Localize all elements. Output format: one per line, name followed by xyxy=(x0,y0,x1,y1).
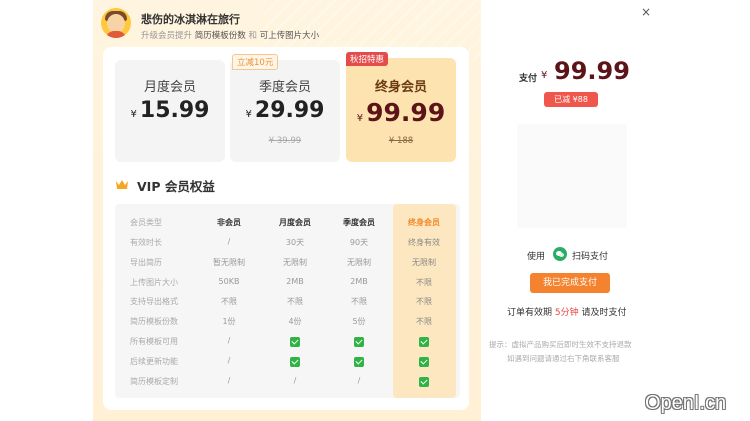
table-header: 会员类型 xyxy=(130,218,162,227)
plan-price: ¥15.99 xyxy=(130,98,210,123)
table-header: 季度会员 xyxy=(343,218,375,227)
username: 悲伤的冰淇淋在旅行 xyxy=(141,13,240,26)
table-cell: / xyxy=(293,375,297,385)
table-row-label: 简历模板份数 xyxy=(130,317,178,327)
table-row-label: 所有模板可用 xyxy=(130,337,178,346)
plan-card-lifetime[interactable]: 终身会员 ¥99.99 ¥ 188 xyxy=(346,58,456,162)
refund-tip: 提示：虚拟产品购买后即时生效不支持退款 xyxy=(489,340,632,349)
user-info: 悲伤的冰淇淋在旅行 升级会员提升 简历模板份数 和 可上传图片大小 xyxy=(101,8,401,42)
plan-name: 终身会员 xyxy=(374,80,427,95)
vip-purchase-dialog: 悲伤的冰淇淋在旅行 升级会员提升 简历模板份数 和 可上传图片大小 月度会员 ¥… xyxy=(0,0,750,421)
benefits-heading: VIP 会员权益 xyxy=(115,176,315,194)
check-icon xyxy=(354,337,364,347)
check-icon xyxy=(419,337,429,347)
table-cell: 5份 xyxy=(352,317,366,327)
table-header: 月度会员 xyxy=(279,218,311,227)
order-expiry: 订单有效期 5分钟 请及时支付 xyxy=(507,308,627,318)
table-cell: 不限 xyxy=(416,317,432,327)
table-cell: 2MB xyxy=(286,276,304,286)
table-cell: / xyxy=(357,375,361,385)
plan-card-monthly[interactable]: 月度会员 ¥15.99 xyxy=(115,60,225,162)
table-cell: 50KB xyxy=(218,276,240,286)
table-cell: 不限 xyxy=(221,297,237,307)
plan-card-quarterly[interactable]: 季度会员 ¥29.99 ¥ 39.99 xyxy=(230,60,340,162)
table-cell: 4份 xyxy=(288,317,302,327)
table-cell: 无限制 xyxy=(283,257,307,267)
table-cell: 不限 xyxy=(416,297,432,307)
table-cell: / xyxy=(227,375,231,385)
plan-original-price: ¥ 188 xyxy=(388,136,414,146)
table-cell: / xyxy=(227,336,231,345)
avatar xyxy=(101,8,131,38)
payment-done-button[interactable]: 我已完成支付 xyxy=(530,273,610,293)
reduced-badge: 已减 ¥88 xyxy=(544,92,598,107)
table-header: 非会员 xyxy=(217,218,241,227)
table-cell: 终身有效 xyxy=(408,238,440,247)
payment-method: 使用 扫码支付 xyxy=(527,247,657,263)
plan-name: 季度会员 xyxy=(258,80,311,95)
table-cell: 暂无限制 xyxy=(213,257,245,267)
table-row-label: 后续更新功能 xyxy=(130,356,178,366)
table-cell: / xyxy=(227,237,231,246)
check-icon xyxy=(419,376,429,387)
payment-total: 99.99 xyxy=(554,57,630,85)
table-row-label: 简历模板定制 xyxy=(130,376,178,386)
check-icon xyxy=(290,337,300,347)
plan-price: ¥99.99 xyxy=(356,98,446,127)
table-cell: / xyxy=(227,355,231,365)
close-icon[interactable]: × xyxy=(638,4,654,20)
support-tip: 如遇到问题请通过右下角联系客服 xyxy=(507,354,620,363)
table-header: 终身会员 xyxy=(408,218,440,227)
table-cell: 不限 xyxy=(351,297,367,307)
table-cell: 无限制 xyxy=(347,257,371,267)
table-cell: 无限制 xyxy=(412,257,436,267)
table-row-label: 上传图片大小 xyxy=(130,277,178,287)
crown-icon xyxy=(116,180,128,189)
table-cell: 30天 xyxy=(285,238,305,247)
check-icon xyxy=(354,356,364,367)
check-icon xyxy=(419,356,429,367)
watermark: OpenI.cn xyxy=(645,392,727,414)
qr-code xyxy=(517,124,627,228)
promo-tag: 秋招特惠 xyxy=(346,52,389,66)
table-cell: 不限 xyxy=(287,297,303,307)
table-cell: 2MB xyxy=(350,276,368,286)
table-cell: 1份 xyxy=(222,317,236,327)
wechat-icon xyxy=(553,247,567,261)
upgrade-tip: 升级会员提升 简历模板份数 和 可上传图片大小 xyxy=(141,31,320,41)
payment-amount: 支付 ¥ 99.99 xyxy=(519,57,630,85)
table-cell: 90天 xyxy=(349,238,369,247)
table-row-label: 有效时长 xyxy=(130,238,162,247)
plan-price: ¥29.99 xyxy=(245,98,325,123)
plan-name: 月度会员 xyxy=(143,80,196,95)
table-row-label: 导出简历 xyxy=(130,257,162,267)
plan-original-price: ¥ 39.99 xyxy=(268,136,302,146)
benefits-title: VIP 会员权益 xyxy=(137,179,215,194)
discount-tag: 立减10元 xyxy=(232,54,279,70)
check-icon xyxy=(290,356,300,367)
table-row-label: 支持导出格式 xyxy=(130,297,178,307)
table-cell: 不限 xyxy=(416,277,432,287)
